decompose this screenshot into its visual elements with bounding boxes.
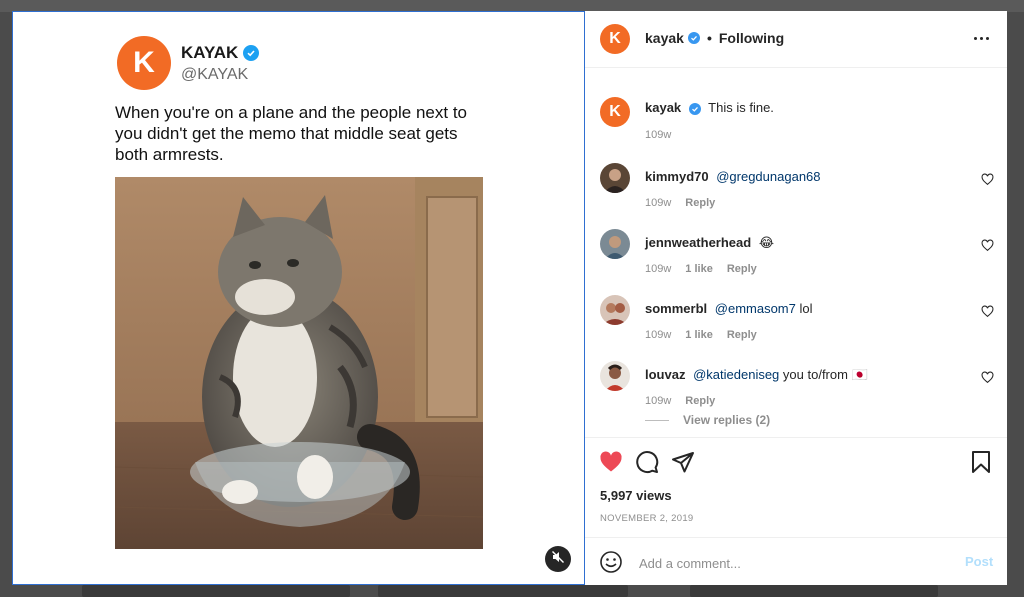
like-comment-heart-icon[interactable] xyxy=(981,173,994,186)
comment-username[interactable]: louvaz xyxy=(645,367,685,382)
view-replies-button[interactable]: View replies (2) xyxy=(645,413,770,427)
caption-avatar[interactable]: K xyxy=(600,97,630,127)
separator-dot: • xyxy=(706,30,712,46)
commenter-avatar[interactable] xyxy=(600,229,630,259)
comment-meta: 109w Reply xyxy=(645,395,715,407)
background-thumbnails xyxy=(0,585,1024,597)
author-info: kayak • Following xyxy=(645,30,784,46)
caption-text: This is fine. xyxy=(708,100,774,115)
view-replies-label: View replies (2) xyxy=(683,413,771,427)
reply-button[interactable]: Reply xyxy=(727,263,757,275)
verified-badge-icon xyxy=(688,103,701,115)
tweet-text: When you're on a plane and the people ne… xyxy=(115,103,468,164)
comment-text: you to/from 🇯🇵 xyxy=(782,367,868,382)
like-comment-heart-icon[interactable] xyxy=(981,371,994,384)
comment-likes[interactable]: 1 like xyxy=(685,263,713,275)
post-comment-button[interactable]: Post xyxy=(965,554,993,569)
bookmark-icon[interactable] xyxy=(969,450,993,474)
comment-icon[interactable] xyxy=(635,450,659,474)
following-button[interactable]: Following xyxy=(719,30,784,46)
comment-input[interactable] xyxy=(637,550,941,576)
comment-time[interactable]: 109w xyxy=(645,329,671,341)
author-avatar[interactable]: K xyxy=(600,24,630,54)
mute-button[interactable] xyxy=(545,546,571,572)
heart-icon[interactable] xyxy=(599,450,623,474)
post-sidebar: K kayak • Following K kayak This is fine… xyxy=(585,11,1007,585)
comment-username[interactable]: jennweatherhead xyxy=(645,235,751,250)
comment-line: jennweatherhead 😂 xyxy=(645,235,965,251)
caption-username[interactable]: kayak xyxy=(645,100,681,115)
comment-time[interactable]: 109w xyxy=(645,263,671,275)
replies-divider xyxy=(645,419,669,421)
caption: K kayak This is fine. 109w xyxy=(585,85,1007,141)
tweet-handle: @KAYAK xyxy=(181,66,249,83)
like-comment-heart-icon[interactable] xyxy=(981,305,994,318)
comment-meta: 109w Reply xyxy=(645,197,715,209)
reply-button[interactable]: Reply xyxy=(727,329,757,341)
comment-item: jennweatherhead 😂 109w 1 like Reply xyxy=(585,217,1007,275)
comment-item: kimmyd70 @gregdunagan68 109w Reply xyxy=(585,151,1007,209)
author-username[interactable]: kayak xyxy=(645,30,684,46)
post-header: K kayak • Following xyxy=(585,11,1007,68)
comment-time[interactable]: 109w xyxy=(645,197,671,209)
tweet-avatar: K xyxy=(117,36,171,90)
post-media[interactable]: K KAYAK @KAYAK When you're on a plane an… xyxy=(12,11,585,585)
comment-username[interactable]: sommerbl xyxy=(645,301,707,316)
add-comment-bar: Post xyxy=(585,537,1007,585)
post-modal: K KAYAK @KAYAK When you're on a plane an… xyxy=(12,11,1007,585)
tweet-name: KAYAK xyxy=(181,43,260,63)
comment-line: louvaz @katiedeniseg you to/from 🇯🇵 xyxy=(645,367,965,383)
caption-meta: 109w xyxy=(645,129,671,141)
comment-text: lol xyxy=(799,301,813,316)
more-options-icon[interactable] xyxy=(969,29,993,47)
comment-username[interactable]: kimmyd70 xyxy=(645,169,709,184)
comment-meta: 109w 1 like Reply xyxy=(645,263,757,275)
comment-meta: 109w 1 like Reply xyxy=(645,329,757,341)
commenter-avatar[interactable] xyxy=(600,295,630,325)
comment-list: K kayak This is fine. 109w kimmyd70 @gre… xyxy=(585,68,1007,438)
comment-item: sommerbl @emmasom7 lol 109w 1 like Reply xyxy=(585,283,1007,341)
post-actions: 5,997 views NOVEMBER 2, 2019 xyxy=(585,437,1007,538)
comment-mention[interactable]: @gregdunagan68 xyxy=(716,169,820,184)
reply-button[interactable]: Reply xyxy=(685,395,715,407)
comment-mention[interactable]: @katiedeniseg xyxy=(693,367,779,382)
mute-icon xyxy=(551,550,565,569)
comment-likes[interactable]: 1 like xyxy=(685,329,713,341)
commenter-avatar[interactable] xyxy=(600,163,630,193)
share-icon[interactable] xyxy=(671,450,695,474)
emoji-icon[interactable] xyxy=(599,550,623,574)
comment-time[interactable]: 109w xyxy=(645,395,671,407)
comment-item: louvaz @katiedeniseg you to/from 🇯🇵 109w… xyxy=(585,349,1007,407)
view-count[interactable]: 5,997 views xyxy=(600,488,672,503)
reply-button[interactable]: Reply xyxy=(685,197,715,209)
comment-mention[interactable]: @emmasom7 xyxy=(715,301,796,316)
verified-badge-icon xyxy=(687,32,700,44)
caption-line: kayak This is fine. xyxy=(645,100,965,115)
post-date[interactable]: NOVEMBER 2, 2019 xyxy=(600,513,694,524)
cat-in-bowl-photo xyxy=(115,177,483,549)
commenter-avatar[interactable] xyxy=(600,361,630,391)
comment-line: sommerbl @emmasom7 lol xyxy=(645,301,965,316)
comment-line: kimmyd70 @gregdunagan68 xyxy=(645,169,965,184)
verified-badge-icon xyxy=(243,45,260,61)
like-comment-heart-icon[interactable] xyxy=(981,239,994,252)
caption-time[interactable]: 109w xyxy=(645,129,671,141)
comment-text: 😂 xyxy=(758,235,775,250)
